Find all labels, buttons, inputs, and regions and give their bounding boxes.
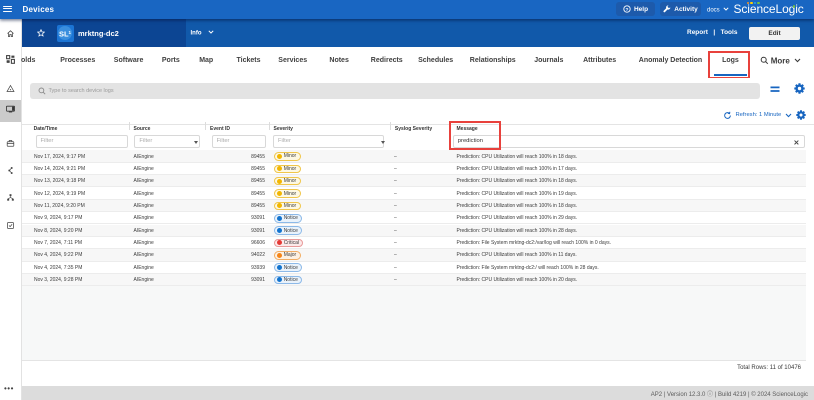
- svg-text:?: ?: [625, 7, 628, 13]
